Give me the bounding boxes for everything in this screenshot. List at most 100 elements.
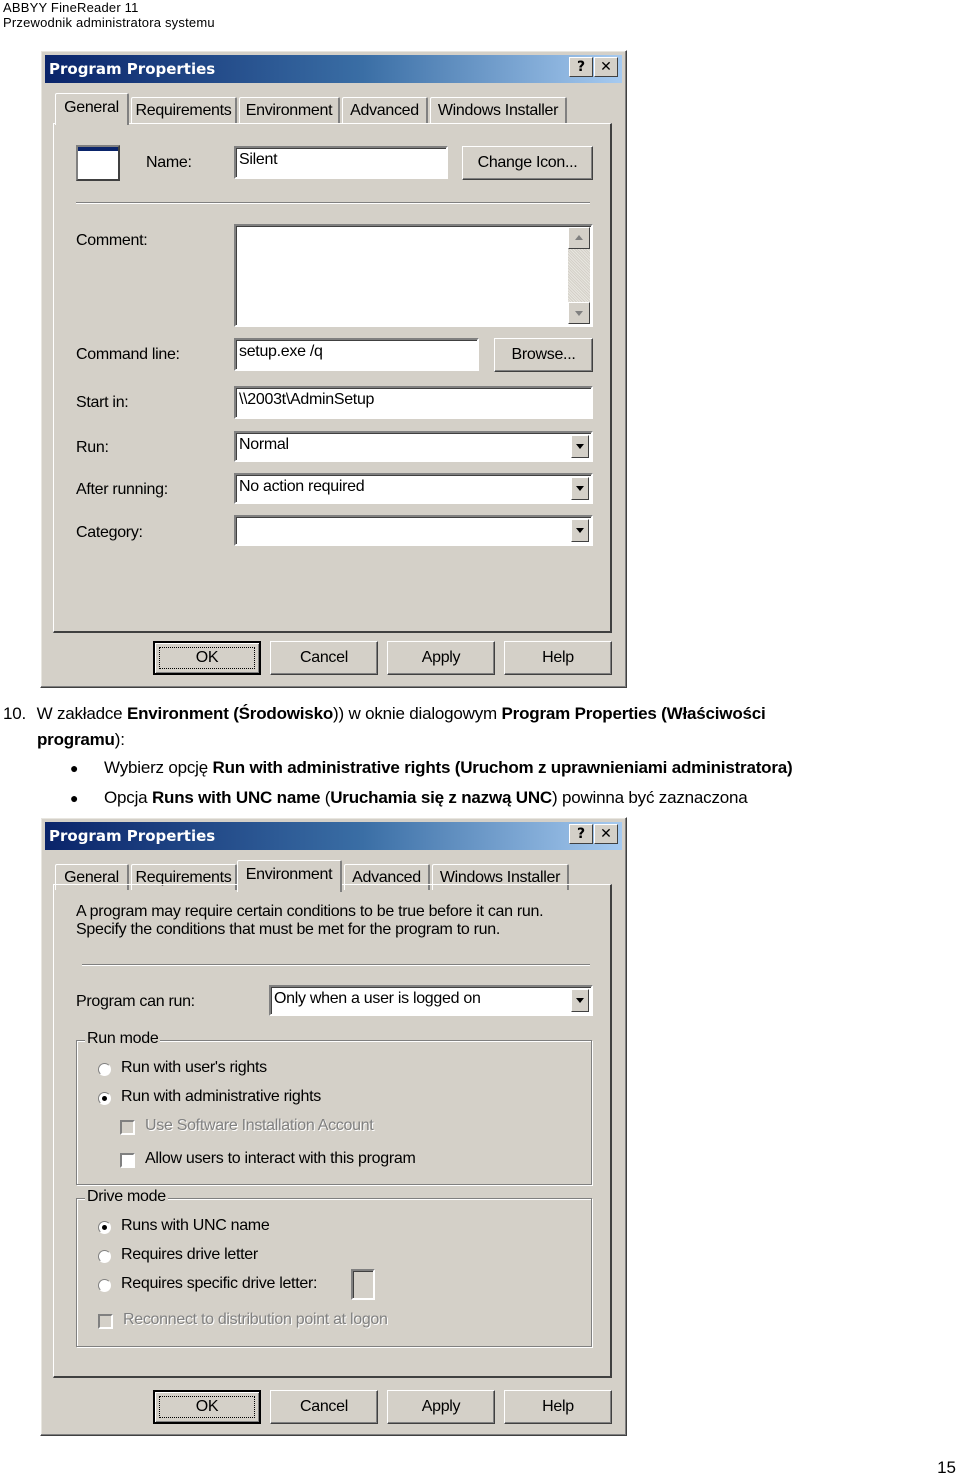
run-users-rights-radio[interactable] <box>98 1063 111 1076</box>
requires-specific-drive-letter-radio[interactable] <box>98 1279 111 1292</box>
run-users-rights-label[interactable]: Run with user's rights <box>121 1059 267 1077</box>
tab-environment[interactable]: Environment <box>237 860 342 892</box>
tab-label: General <box>64 99 119 116</box>
focus-rectangle <box>159 1396 255 1418</box>
program-can-run-value: Only when a user is logged on <box>274 990 481 1007</box>
term-srodowisko: Środowisko <box>238 704 334 723</box>
term-program-properties: Program Properties <box>501 704 657 723</box>
requires-specific-drive-letter-label[interactable]: Requires specific drive letter: <box>121 1275 317 1293</box>
browse-button[interactable]: Browse... <box>494 338 593 372</box>
use-software-installation-account-checkbox[interactable] <box>120 1120 135 1135</box>
term-uruchamia: Uruchamia się z nazwą UNC <box>330 788 552 807</box>
question-icon: ? <box>576 59 586 75</box>
ok-button[interactable]: OK <box>153 1390 261 1424</box>
tab-environment[interactable]: Environment <box>239 97 340 123</box>
program-window-icon <box>76 145 120 181</box>
text: ( <box>450 758 461 777</box>
cancel-button[interactable]: Cancel <box>270 641 378 675</box>
term-environment: Environment <box>126 704 229 723</box>
help-button[interactable]: Help <box>504 641 612 675</box>
after-running-label: After running: <box>76 481 168 498</box>
start-in-label: Start in: <box>76 394 129 411</box>
instruction-bullet-1: Wybierz opcję Run with administrative ri… <box>104 755 793 781</box>
text: ) <box>787 758 793 777</box>
category-select[interactable] <box>234 515 593 546</box>
run-admin-rights-label[interactable]: Run with administrative rights <box>121 1088 321 1106</box>
tab-label: Advanced <box>350 102 419 119</box>
program-properties-dialog-environment: Program Properties ? ✕ General Requireme… <box>40 817 627 1436</box>
name-label: Name: <box>146 154 192 172</box>
bullet-icon: ● <box>70 790 79 806</box>
program-can-run-select[interactable]: Only when a user is logged on <box>269 985 593 1016</box>
text: ( <box>228 704 239 723</box>
tab-label: Environment <box>245 866 333 883</box>
arrow-down-icon <box>575 311 583 316</box>
close-title-button[interactable]: ✕ <box>594 824 618 844</box>
program-properties-dialog-general: Program Properties ? ✕ General Requireme… <box>40 50 627 688</box>
help-title-button[interactable]: ? <box>569 57 593 77</box>
term-run-admin: Run with administrative rights <box>212 758 451 777</box>
tab-requirements[interactable]: Requirements <box>131 97 237 123</box>
arrow-up-icon <box>575 235 583 240</box>
dialog-title-bar: Program Properties <box>45 822 622 850</box>
question-icon: ? <box>576 826 586 842</box>
run-admin-rights-radio[interactable] <box>98 1092 111 1105</box>
dropdown-arrow-icon[interactable] <box>571 477 589 500</box>
ok-button[interactable]: OK <box>153 641 261 675</box>
bullet-icon: ● <box>70 760 79 776</box>
help-title-button[interactable]: ? <box>569 824 593 844</box>
allow-interact-checkbox[interactable] <box>120 1153 135 1168</box>
document-header-subtitle: Przewodnik administratora systemu <box>3 15 215 30</box>
help-button[interactable]: Help <box>504 1390 612 1424</box>
close-icon: ✕ <box>600 826 612 842</box>
drive-letter-input[interactable] <box>351 1269 375 1300</box>
scroll-up-button[interactable] <box>568 227 590 249</box>
runs-with-unc-name-label[interactable]: Runs with UNC name <box>121 1217 270 1235</box>
command-line-label: Command line: <box>76 346 180 363</box>
name-input[interactable]: Silent <box>234 146 448 179</box>
tab-panel-general: Name: Silent Change Icon... Comment: Com… <box>53 123 612 633</box>
description-line: Specify the conditions that must be met … <box>76 921 500 938</box>
term-uruchom: Uruchom z uprawnieniami administratora <box>460 758 788 777</box>
after-running-select[interactable]: No action required <box>234 473 593 504</box>
text: ): <box>114 730 125 749</box>
instruction-step-10: 10. W zakładce Environment (Środowisko):… <box>3 704 766 723</box>
document-header-product: ABBYY FineReader 11 <box>3 0 139 15</box>
tab-advanced[interactable]: Advanced <box>342 97 428 123</box>
label-text: Name: <box>146 154 192 171</box>
dialog-title: Program Properties <box>49 827 216 845</box>
run-mode-legend: Run mode <box>85 1030 161 1048</box>
start-in-input[interactable]: \\2003t\AdminSetup <box>234 386 593 419</box>
scroll-down-button[interactable] <box>568 302 590 324</box>
close-icon: ✕ <box>600 59 612 75</box>
requires-drive-letter-label[interactable]: Requires drive letter <box>121 1246 258 1264</box>
tab-windows-installer[interactable]: Windows Installer <box>430 97 567 123</box>
close-title-button[interactable]: ✕ <box>594 57 618 77</box>
apply-button[interactable]: Apply <box>387 1390 495 1424</box>
step-number: 10. <box>3 704 27 723</box>
tab-general[interactable]: General <box>55 93 129 125</box>
change-icon-button[interactable]: Change Icon... <box>462 146 593 180</box>
command-line-input[interactable]: setup.exe /q <box>234 338 479 371</box>
comment-scrollbar[interactable] <box>568 227 590 324</box>
separator <box>82 964 590 966</box>
dialog-title-bar: Program Properties <box>45 55 622 83</box>
dropdown-arrow-icon[interactable] <box>571 519 589 542</box>
use-software-installation-account-label: Use Software Installation Account <box>145 1117 374 1134</box>
apply-button[interactable]: Apply <box>387 641 495 675</box>
description-text: A program may require certain conditions… <box>76 903 544 939</box>
runs-with-unc-name-radio[interactable] <box>98 1221 111 1234</box>
comment-textarea[interactable] <box>234 224 593 327</box>
text: ( <box>320 788 331 807</box>
page-number: 15 <box>937 1458 956 1477</box>
run-select[interactable]: Normal <box>234 431 593 462</box>
allow-interact-label[interactable]: Allow users to interact with this progra… <box>145 1150 416 1168</box>
dropdown-arrow-icon[interactable] <box>571 435 589 458</box>
tab-label: Environment <box>245 102 333 119</box>
reconnect-checkbox[interactable] <box>98 1314 113 1329</box>
cancel-button[interactable]: Cancel <box>270 1390 378 1424</box>
text: ( <box>656 704 667 723</box>
requires-drive-letter-radio[interactable] <box>98 1250 111 1263</box>
dropdown-arrow-icon[interactable] <box>571 989 589 1012</box>
term-programu: programu <box>37 730 115 749</box>
